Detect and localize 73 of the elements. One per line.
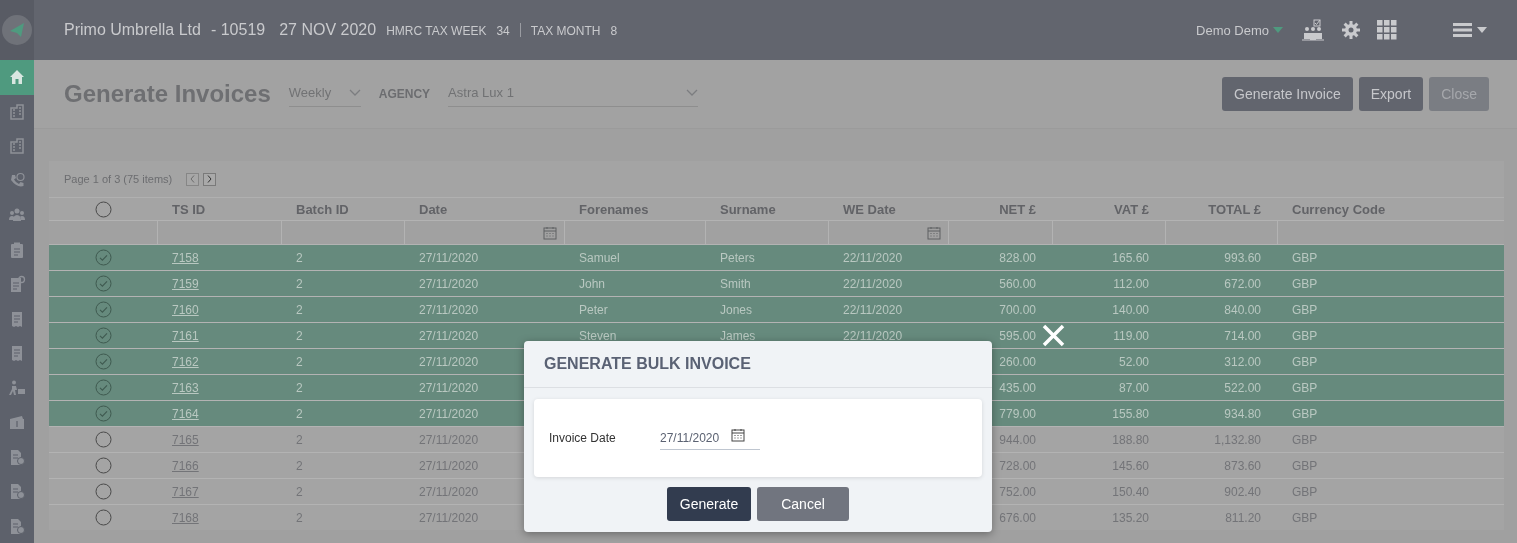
table-cell: 2 xyxy=(296,380,303,395)
table-cell: 435.00 xyxy=(999,380,1036,395)
table-cell: 165.60 xyxy=(1112,250,1149,265)
table-cell: 155.80 xyxy=(1112,406,1149,421)
table-cell: 22/11/2020 xyxy=(843,250,903,265)
table-cell: 595.00 xyxy=(999,328,1036,343)
table-cell: 260.00 xyxy=(999,354,1036,369)
company-name: Primo Umbrella Ltd xyxy=(64,21,201,39)
table-cell: Smith xyxy=(720,276,751,291)
table-cell: 27/11/2020 xyxy=(419,276,479,291)
column-header: Batch ID xyxy=(295,201,350,217)
tax-month-value: 8 xyxy=(610,24,618,38)
table-cell: 87.00 xyxy=(1118,380,1149,395)
table-cell: 52.00 xyxy=(1118,354,1149,369)
table-cell: 2 xyxy=(296,354,303,369)
column-header: Forenames xyxy=(578,201,650,217)
table-cell: 27/11/2020 xyxy=(419,354,479,369)
column-header: Currency Code xyxy=(1291,201,1387,217)
table-cell: 2 xyxy=(296,276,303,291)
table-cell: GBP xyxy=(1292,406,1318,421)
table-cell: Steven xyxy=(579,328,617,343)
table-cell: GBP xyxy=(1292,354,1318,369)
column-header: TOTAL £ xyxy=(1207,201,1262,217)
table-cell: 22/11/2020 xyxy=(843,328,903,343)
column-header: Date xyxy=(418,201,449,217)
table-cell: 27/11/2020 xyxy=(419,380,479,395)
table-cell: GBP xyxy=(1292,276,1318,291)
table-cell: 714.00 xyxy=(1224,328,1261,343)
table-cell: 27/11/2020 xyxy=(419,406,479,421)
table-cell: 993.60 xyxy=(1224,250,1261,265)
column-header: Surname xyxy=(719,201,777,217)
table-cell: 779.00 xyxy=(999,406,1036,421)
table-cell: 2 xyxy=(296,406,303,421)
table-cell: 840.00 xyxy=(1224,302,1261,317)
table-cell: 27/11/2020 xyxy=(419,250,479,265)
table-cell: John xyxy=(579,276,606,291)
table-cell: 2 xyxy=(296,328,303,343)
table-cell: 934.80 xyxy=(1224,406,1261,421)
table-cell: 2 xyxy=(296,250,303,265)
table-cell: 2 xyxy=(296,302,303,317)
table-cell: Jones xyxy=(720,302,753,317)
company-code: - 10519 xyxy=(210,21,266,39)
table-cell: Samuel xyxy=(579,250,620,265)
table-cell: 700.00 xyxy=(999,302,1036,317)
table-cell: 22/11/2020 xyxy=(843,276,903,291)
table-cell: 312.00 xyxy=(1224,354,1261,369)
table-cell: GBP xyxy=(1292,250,1318,265)
table-cell: GBP xyxy=(1292,302,1318,317)
column-header: WE Date xyxy=(842,201,897,217)
table-cell: 672.00 xyxy=(1224,276,1261,291)
column-header: VAT £ xyxy=(1113,201,1150,217)
table-cell: Peter xyxy=(579,302,608,317)
current-date: 27 NOV 2020 xyxy=(279,21,377,39)
column-header: TS ID xyxy=(171,201,207,217)
table-cell: 560.00 xyxy=(999,276,1036,291)
table-cell: 140.00 xyxy=(1112,302,1149,317)
table-cell: 22/11/2020 xyxy=(843,302,903,317)
table-cell: 27/11/2020 xyxy=(419,302,479,317)
table-cell: 27/11/2020 xyxy=(419,328,479,343)
tax-week-label: HMRC TAX WEEK xyxy=(386,24,487,38)
table-cell: 112.00 xyxy=(1113,276,1149,291)
tax-week-value: 34 xyxy=(496,24,510,38)
table-cell: GBP xyxy=(1292,328,1318,343)
table-cell: Peters xyxy=(720,250,755,265)
table-cell: James xyxy=(720,328,756,343)
tax-month-label: TAX MONTH xyxy=(530,24,601,38)
dialog-title: GENERATE BULK INVOICE xyxy=(524,341,992,388)
table-cell: 522.00 xyxy=(1224,380,1261,395)
field-label: Invoice Date xyxy=(549,431,617,445)
table-cell: GBP xyxy=(1292,380,1318,395)
table-cell: 828.00 xyxy=(999,250,1036,265)
table-cell: 119.00 xyxy=(1113,328,1149,343)
column-header: NET £ xyxy=(998,201,1037,217)
